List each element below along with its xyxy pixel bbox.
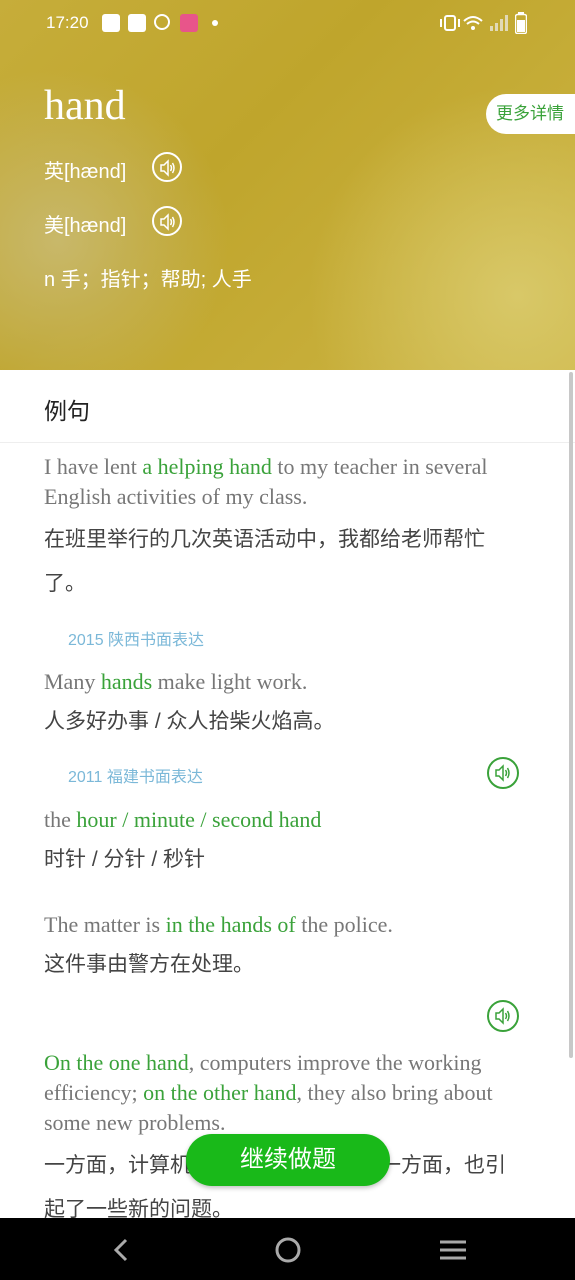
mail-icon <box>102 14 120 32</box>
example-sentence-zh: 人多好办事 / 众人拾柴火焰高。 <box>44 710 335 733</box>
wifi-icon <box>463 16 483 30</box>
section-title: 例句 <box>44 398 90 424</box>
divider <box>0 442 575 443</box>
vibrate-icon <box>440 15 460 31</box>
word-title: hand <box>44 83 126 129</box>
uk-speaker-icon[interactable] <box>152 152 182 182</box>
navigation-bar <box>0 1218 575 1280</box>
highlight-phrase: on the other hand <box>143 1080 297 1105</box>
word-header: 17:20 hand 更多详情 英[hænd] 美[hænd] n 手；指针；帮… <box>0 0 575 370</box>
example-sentence-en: I have lent a helping hand to my teacher… <box>44 454 488 509</box>
uk-pronunciation: 英[hænd] <box>44 161 127 183</box>
example-sentence-en: The matter is in the hands of the police… <box>44 912 393 937</box>
example-speaker-icon[interactable] <box>487 1000 519 1032</box>
us-pronunciation: 美[hænd] <box>44 215 127 237</box>
battery-icon <box>515 12 527 34</box>
example-sentence-zh: 时针 / 分针 / 秒针 <box>44 848 206 871</box>
highlight-phrase: On the one hand <box>44 1050 189 1075</box>
more-notifications-icon <box>212 20 218 26</box>
example-source: 2015 陕西书面表达 <box>68 632 205 649</box>
more-details-button[interactable]: 更多详情 <box>486 94 575 134</box>
example-sentence-en: the hour / minute / second hand <box>44 807 322 832</box>
example-sentence-zh: 这件事由警方在处理。 <box>44 953 254 976</box>
us-speaker-icon[interactable] <box>152 206 182 236</box>
example-source: 2011 福建书面表达 <box>68 769 203 786</box>
continue-button[interactable]: 继续做题 <box>186 1134 390 1186</box>
example-sentence-en: On the one hand, computers improve the w… <box>44 1050 493 1135</box>
example-speaker-icon[interactable] <box>487 757 519 789</box>
mail-icon <box>128 14 146 32</box>
highlight-phrase: a helping hand <box>142 454 272 479</box>
example-sentence-zh: 在班里举行的几次英语活动中，我都给老师帮忙了。 <box>44 528 485 595</box>
home-icon[interactable] <box>274 1236 302 1264</box>
shield-icon <box>154 14 170 30</box>
highlight-phrase: in the hands of <box>165 912 296 937</box>
highlight-phrase: hour / minute / second hand <box>76 807 322 832</box>
app-notification-icon <box>180 14 198 32</box>
status-time: 17:20 <box>46 13 89 32</box>
highlight-phrase: hands <box>100 669 153 694</box>
back-icon[interactable] <box>108 1236 136 1264</box>
status-bar: 17:20 <box>0 0 575 46</box>
scrollbar[interactable] <box>569 372 573 1058</box>
example-sentence-en: Many hands make light work. <box>44 669 308 694</box>
menu-icon[interactable] <box>439 1236 467 1264</box>
signal-icon <box>490 15 508 31</box>
word-definition: n 手；指针；帮助; 人手 <box>44 269 252 291</box>
